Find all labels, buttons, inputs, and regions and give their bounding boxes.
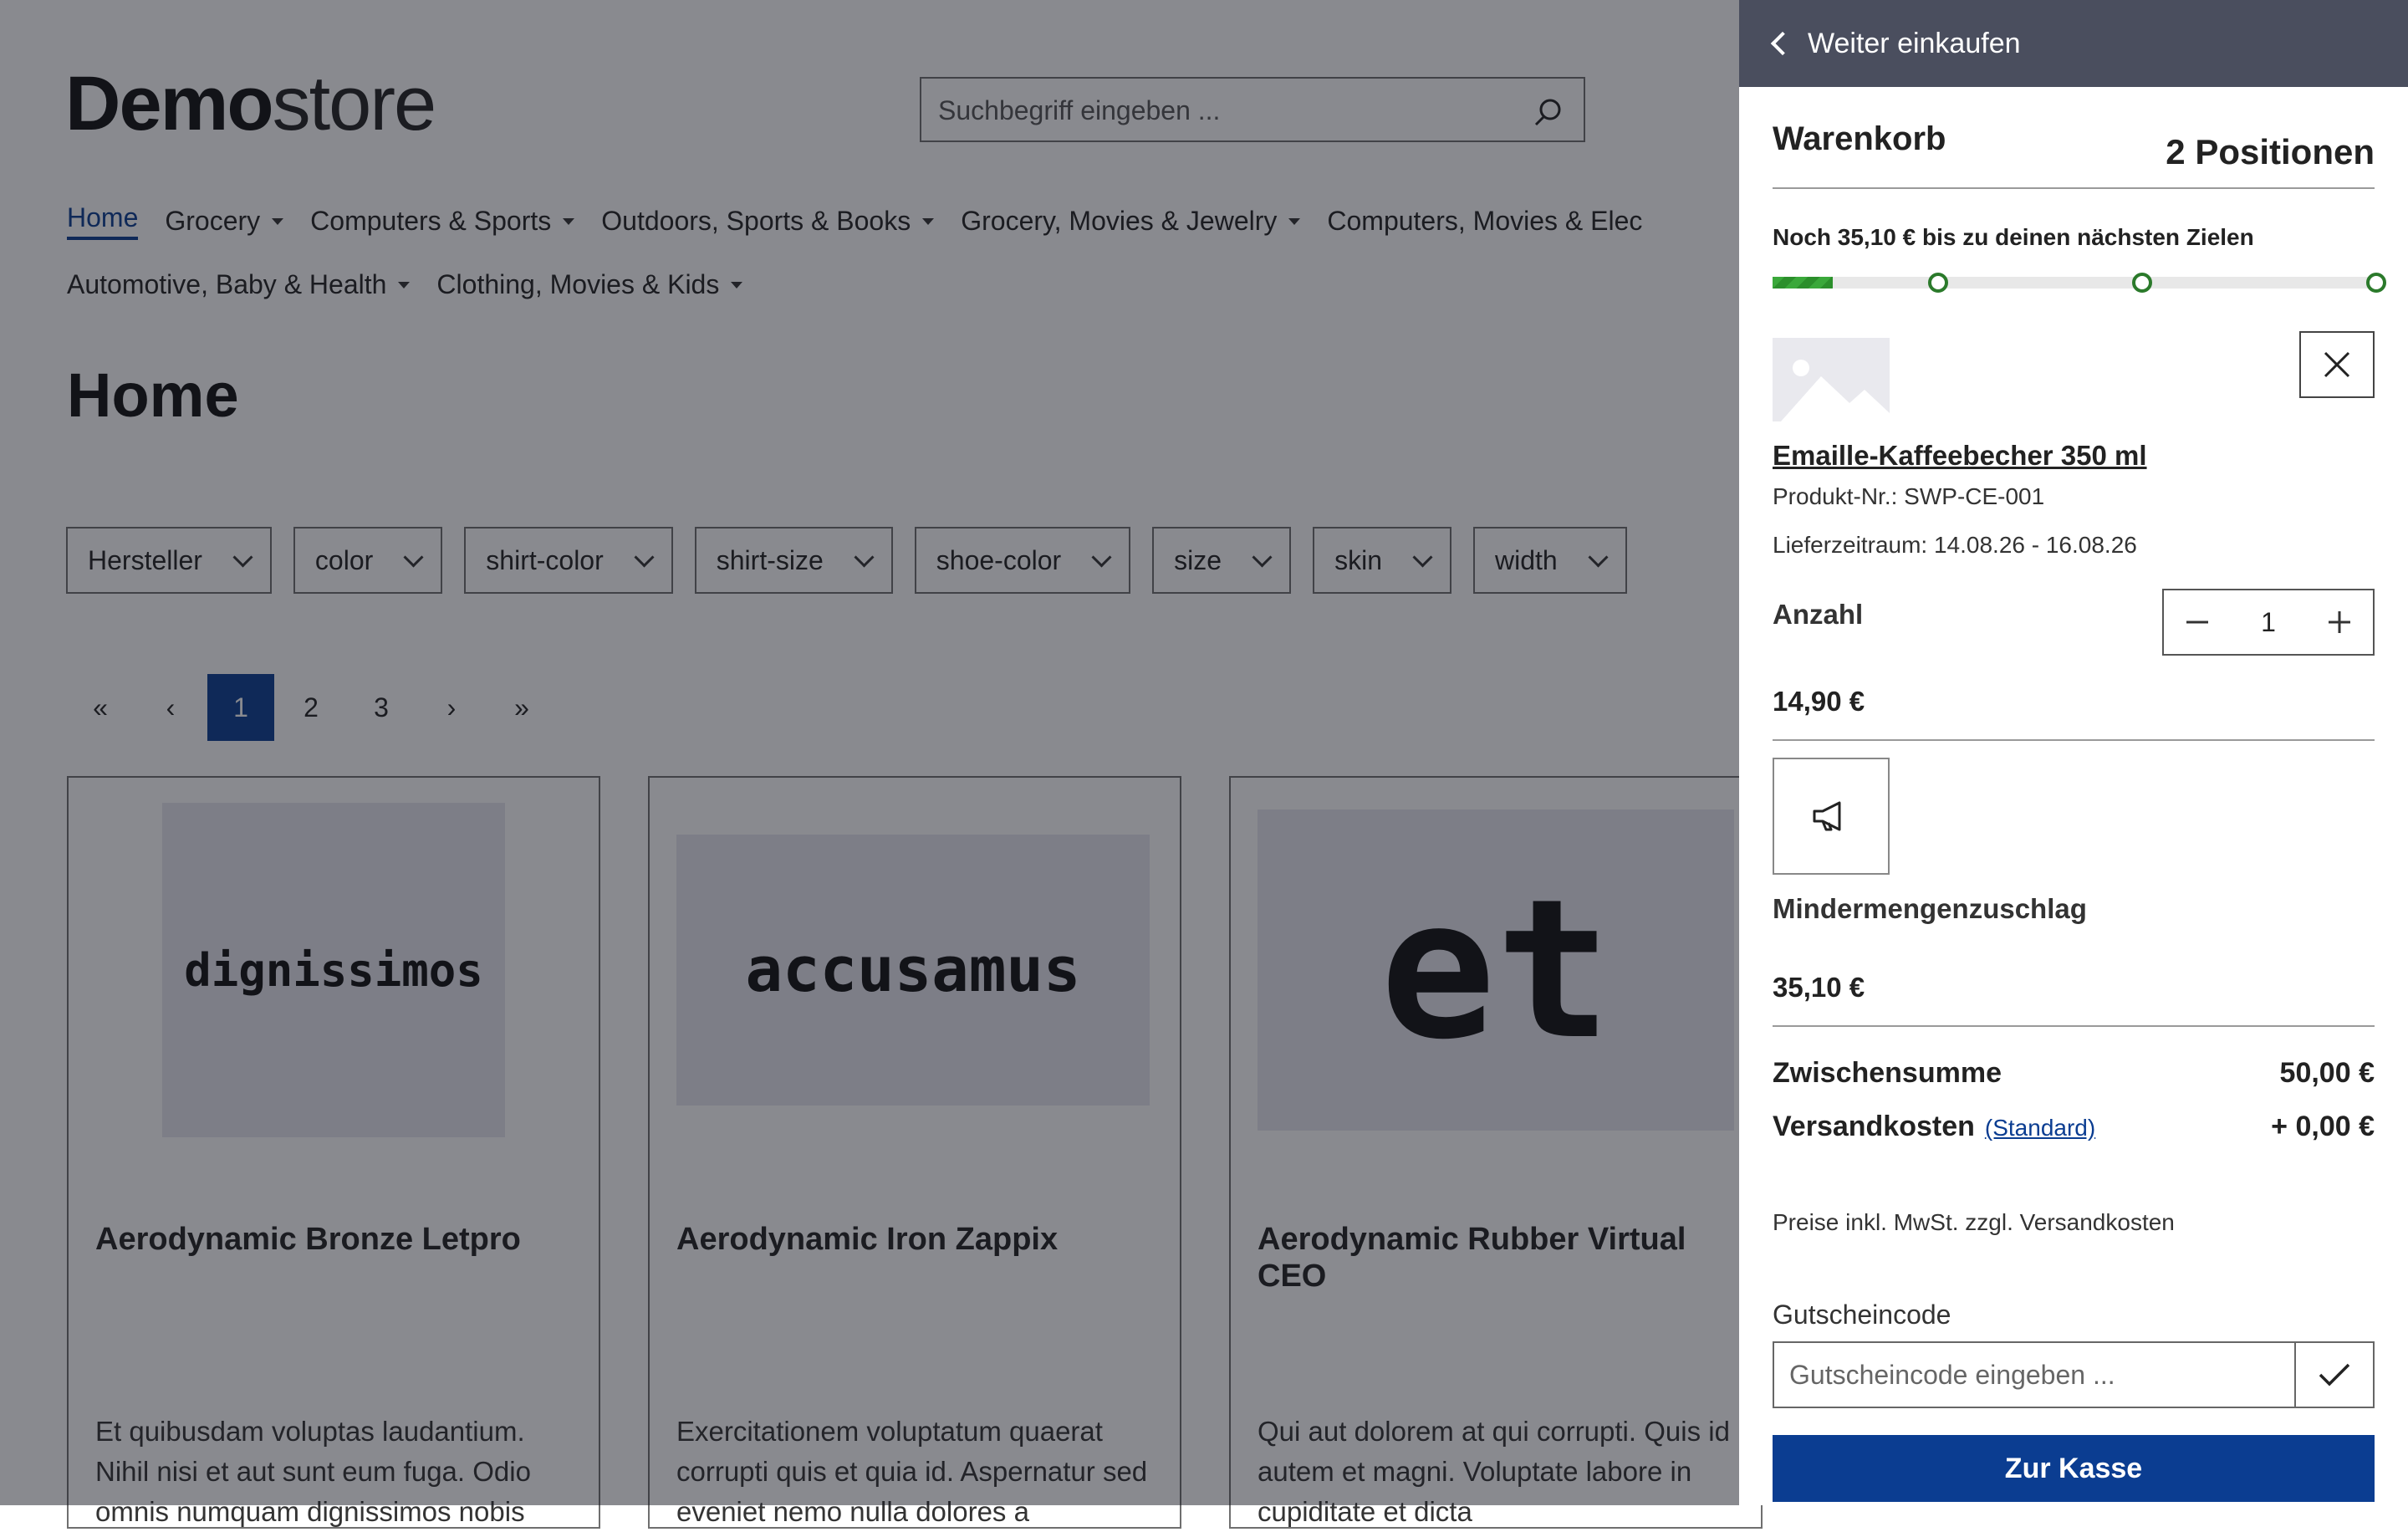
chevron-left-icon bbox=[1770, 31, 1795, 56]
cart-offcanvas: Weiter einkaufen Warenkorb 2 Positionen … bbox=[1739, 0, 2408, 1505]
quantity-value[interactable]: 1 bbox=[2261, 607, 2276, 638]
remove-item-button[interactable] bbox=[2299, 331, 2375, 398]
minus-icon bbox=[2186, 620, 2208, 624]
product-thumbnail[interactable] bbox=[1773, 338, 1890, 421]
goal-milestone-icon bbox=[2132, 273, 2152, 293]
continue-shopping-label: Weiter einkaufen bbox=[1808, 27, 2021, 59]
shipping-value: + 0,00 € bbox=[2271, 1111, 2375, 1142]
quantity-stepper: 1 bbox=[2162, 589, 2375, 656]
quantity-label: Anzahl bbox=[1773, 599, 1864, 630]
cart-item-name[interactable]: Emaille-Kaffeebecher 350 ml bbox=[1773, 440, 2147, 472]
divider bbox=[1773, 187, 2375, 189]
apply-coupon-button[interactable] bbox=[2294, 1343, 2373, 1407]
close-icon bbox=[2324, 351, 2350, 378]
cart-item-sku: Produkt-Nr.: SWP-CE-001 bbox=[1773, 483, 2045, 509]
checkout-button[interactable]: Zur Kasse bbox=[1773, 1435, 2375, 1502]
cart-title: Warenkorb bbox=[1773, 120, 1946, 157]
shipping-row: Versandkosten (Standard) + 0,00 € bbox=[1773, 1111, 2375, 1143]
coupon-label: Gutscheincode bbox=[1773, 1300, 1951, 1330]
plus-icon bbox=[2328, 611, 2350, 633]
subtotal-label: Zwischensumme bbox=[1773, 1057, 2002, 1089]
megaphone-icon bbox=[1813, 801, 1841, 831]
surcharge-price: 35,10 € bbox=[1773, 972, 1865, 1003]
shipping-method-link[interactable]: (Standard) bbox=[1985, 1115, 2095, 1141]
surcharge-name: Mindermengenzuschlag bbox=[1773, 893, 2087, 924]
divider bbox=[1773, 1025, 2375, 1027]
decrease-quantity-button[interactable] bbox=[2164, 590, 2231, 654]
checkmark-icon bbox=[2319, 1363, 2350, 1386]
subtotal-row: Zwischensumme 50,00 € bbox=[1773, 1057, 2375, 1090]
coupon-field bbox=[1773, 1341, 2375, 1408]
goal-progress-fill bbox=[1773, 277, 1833, 289]
goal-milestone-icon bbox=[2366, 273, 2386, 293]
increase-quantity-button[interactable] bbox=[2306, 590, 2373, 654]
divider bbox=[1773, 739, 2375, 741]
image-placeholder-icon bbox=[1781, 360, 1890, 421]
shipping-label: Versandkosten bbox=[1773, 1111, 1975, 1142]
cart-item-count: 2 Positionen bbox=[2166, 132, 2375, 171]
goal-progress-text: Noch 35,10 € bis zu deinen nächsten Ziel… bbox=[1773, 224, 2254, 250]
goal-progress-bar bbox=[1773, 277, 2375, 289]
coupon-input[interactable] bbox=[1774, 1343, 2294, 1407]
cart-item-delivery: Lieferzeitraum: 14.08.26 - 16.08.26 bbox=[1773, 532, 2137, 558]
cart-item-price: 14,90 € bbox=[1773, 686, 1865, 717]
goal-milestone-icon bbox=[1928, 273, 1948, 293]
surcharge-thumbnail bbox=[1773, 758, 1890, 875]
subtotal-value: 50,00 € bbox=[2279, 1057, 2375, 1089]
continue-shopping-button[interactable]: Weiter einkaufen bbox=[1739, 0, 2408, 87]
tax-note: Preise inkl. MwSt. zzgl. Versandkosten bbox=[1773, 1209, 2175, 1235]
